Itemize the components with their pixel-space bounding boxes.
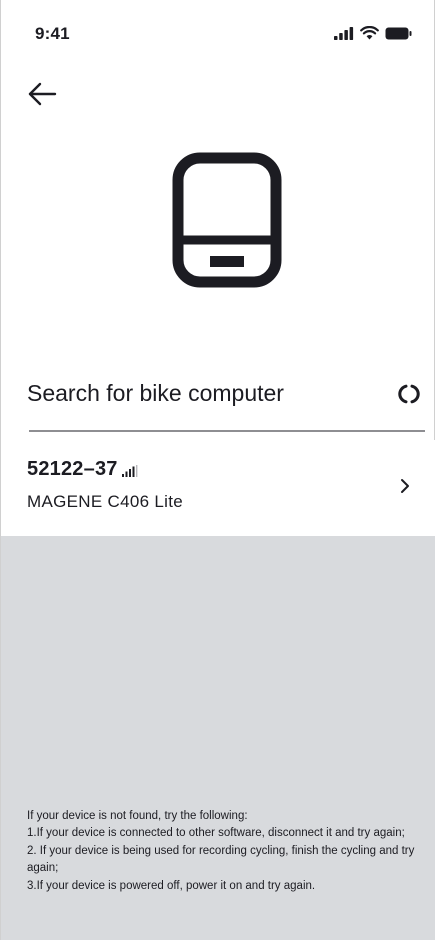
- search-header: Search for bike computer: [27, 372, 425, 420]
- divider: [29, 430, 425, 432]
- device-model: MAGENE C406 Lite: [27, 492, 183, 511]
- signal-strength-icon: [121, 465, 137, 477]
- battery-icon: [385, 27, 412, 39]
- bike-computer-icon: [172, 152, 282, 288]
- device-id: 52122–37: [27, 458, 118, 480]
- refresh-icon: [398, 384, 420, 404]
- chevron-right-icon: [401, 479, 409, 493]
- tip-item: 3.If your device is powered off, power i…: [27, 879, 316, 892]
- arrow-left-icon: [28, 82, 57, 106]
- status-time: 9:41: [35, 24, 70, 43]
- search-device-screen: 9:41 Search for bike computer 52122–37 M…: [0, 0, 435, 940]
- tip-item: 2. If your device is being used for reco…: [27, 844, 415, 875]
- search-title: Search for bike computer: [27, 380, 284, 406]
- troubleshooting-tips: If your device is not found, try the fol…: [27, 808, 425, 895]
- device-list-item[interactable]: 52122–37 MAGENE C406 Lite: [1, 440, 435, 536]
- refresh-button[interactable]: [393, 378, 425, 410]
- back-button[interactable]: [27, 76, 67, 112]
- cellular-signal-icon: [334, 26, 354, 40]
- status-icons: [334, 26, 412, 40]
- device-id-line: 52122–37: [27, 458, 138, 481]
- status-bar: 9:41: [1, 0, 434, 64]
- tips-heading: If your device is not found, try the fol…: [27, 810, 248, 822]
- tip-item: 1.If your device is connected to other s…: [27, 827, 405, 840]
- wifi-icon: [360, 26, 379, 40]
